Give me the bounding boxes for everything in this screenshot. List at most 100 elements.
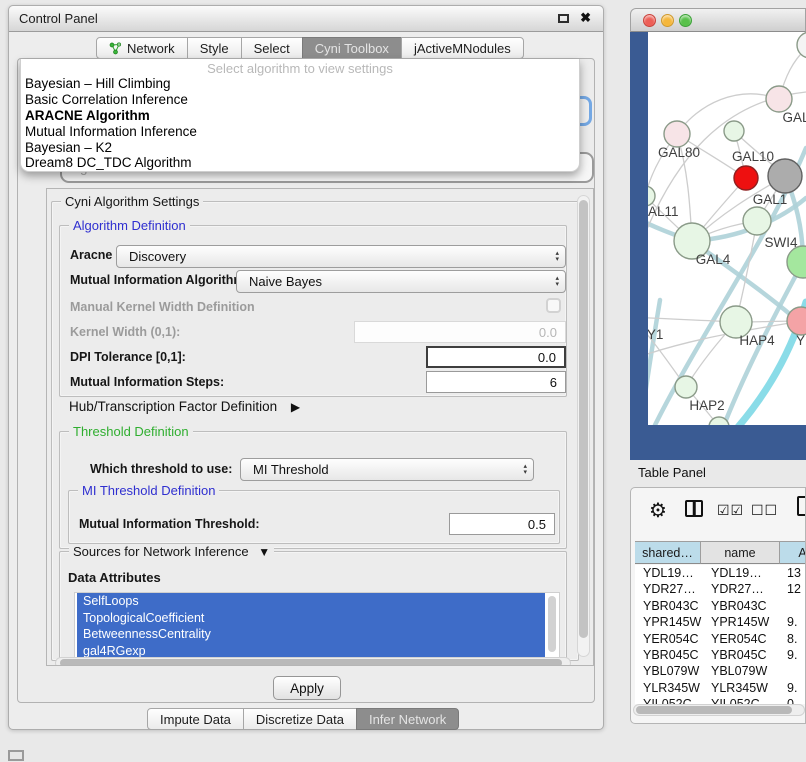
algorithm-item[interactable]: Basic Correlation Inference <box>25 92 575 108</box>
zoom-traffic-light-icon[interactable] <box>679 14 692 27</box>
table-row[interactable]: YDR27…YDR27…12 <box>635 581 806 597</box>
table-row[interactable]: YDL19…YDL19…13 <box>635 565 806 581</box>
network-node[interactable] <box>734 166 758 190</box>
network-node-swi4[interactable] <box>787 246 806 278</box>
apply-button[interactable]: Apply <box>273 676 341 700</box>
tab-cyni-toolbox[interactable]: Cyni Toolbox <box>302 37 402 59</box>
table-row[interactable]: YBR043C YBR043C <box>635 598 806 614</box>
collapse-right-icon[interactable]: ▶ <box>291 400 300 414</box>
network-node-gal80[interactable] <box>664 121 690 147</box>
network-node-hap2[interactable] <box>675 376 697 398</box>
which-threshold-combo[interactable]: MI Threshold ▴▾ <box>240 458 534 481</box>
algorithm-item[interactable]: Dream8 DC_TDC Algorithm <box>25 155 575 171</box>
hub-definition-label: Hub/Transcription Factor Definition <box>69 399 277 414</box>
settings-vertical-scrollbar[interactable] <box>577 195 590 657</box>
column-header-partial[interactable]: A <box>780 541 806 564</box>
column-header-name[interactable]: name <box>701 541 780 564</box>
attribute-item[interactable]: TopologicalCoefficient <box>77 610 545 627</box>
mi-steps-field[interactable]: 6 <box>426 371 566 393</box>
tab-impute-data[interactable]: Impute Data <box>147 708 244 730</box>
gear-icon[interactable]: ⚙ <box>649 498 667 523</box>
settings-scrollpane: Cyni Algorithm Settings Algorithm Defini… <box>46 188 594 666</box>
dpi-tolerance-field[interactable]: 0.0 <box>426 346 566 368</box>
combo-arrows-icon: ▴▾ <box>523 464 527 476</box>
table-cell: 0. <box>787 696 806 704</box>
network-window-titlebar[interactable] <box>630 8 806 32</box>
table-panel-title: Table Panel <box>638 465 706 480</box>
network-node-gal11[interactable] <box>648 186 655 206</box>
node-label: HAP2 <box>689 398 724 413</box>
table-cell: YBR043C <box>643 598 701 614</box>
network-node[interactable] <box>797 32 806 58</box>
tab-infer-network[interactable]: Infer Network <box>356 708 459 730</box>
manual-kernel-checkbox[interactable] <box>546 298 561 313</box>
close-traffic-light-icon[interactable] <box>643 14 656 27</box>
window-title: Control Panel <box>19 6 98 31</box>
network-node-gal1[interactable] <box>743 207 771 235</box>
attribute-item[interactable]: SelfLoops <box>77 593 545 610</box>
deselect-all-checkboxes-icon[interactable]: ☐☐ <box>751 502 778 519</box>
data-attributes-list[interactable]: SelfLoopsTopologicalCoefficientBetweenne… <box>74 592 560 658</box>
threshold-definition-group: Threshold Definition Which threshold to … <box>59 431 567 549</box>
network-canvas[interactable]: GALGAL80GAL10GAL1GAL11GAL4SWI4GCY1HAP4YH… <box>648 32 806 425</box>
mi-threshold-label: Mutual Information Threshold: <box>79 517 260 531</box>
network-node-gal10[interactable] <box>724 121 744 141</box>
attribute-item[interactable]: gal4RGexp <box>77 643 545 659</box>
cyni-settings-title: Cyni Algorithm Settings <box>61 194 203 209</box>
float-window-icon[interactable] <box>558 14 569 23</box>
attribute-list-scrollbar[interactable] <box>547 595 557 656</box>
tab-jactivemnodules[interactable]: jActiveMNodules <box>401 37 524 59</box>
table-cell <box>787 663 806 679</box>
settings-horizontal-scrollbar[interactable] <box>55 657 571 666</box>
node-label: GAL <box>782 110 806 125</box>
table-cell: YPR145W <box>711 614 781 630</box>
kernel-width-field[interactable]: 0.0 <box>354 321 566 343</box>
hub-definition-section[interactable]: Hub/Transcription Factor Definition ▶ <box>69 399 300 414</box>
network-node[interactable] <box>768 159 802 193</box>
node-label: GAL80 <box>658 145 700 160</box>
table-row[interactable]: YLR345WYLR345W9. <box>635 680 806 696</box>
export-table-icon[interactable] <box>797 496 806 516</box>
combo-arrows-icon: ▴▾ <box>555 251 559 263</box>
tab-style[interactable]: Style <box>187 37 242 59</box>
table-panel-titlebar: Table Panel <box>630 460 806 486</box>
node-label: SWI4 <box>764 235 797 250</box>
table-cell: YER054C <box>643 631 701 647</box>
table-row[interactable]: YPR145WYPR145W9. <box>635 614 806 630</box>
collapse-down-icon[interactable]: ▼ <box>258 545 270 559</box>
algorithm-item[interactable]: Bayesian – Hill Climbing <box>25 76 575 92</box>
algorithm-item[interactable]: Mutual Information Inference <box>25 124 575 140</box>
table-row[interactable]: YER054CYER054C8. <box>635 631 806 647</box>
table-cell: 8. <box>787 631 806 647</box>
tab-network[interactable]: Network <box>96 37 188 59</box>
control-panel-titlebar[interactable]: Control Panel ✖ <box>9 6 603 32</box>
table-cell: YLR345W <box>711 680 781 696</box>
table-row[interactable]: YBR045CYBR045C9. <box>635 647 806 663</box>
node-label: GAL11 <box>648 204 679 219</box>
mi-threshold-field[interactable]: 0.5 <box>449 513 555 535</box>
network-node-gal[interactable] <box>766 86 792 112</box>
tab-label: Select <box>254 41 290 56</box>
table-horizontal-scrollbar[interactable] <box>633 704 805 716</box>
minimize-traffic-light-icon[interactable] <box>661 14 674 27</box>
tab-discretize-data[interactable]: Discretize Data <box>243 708 357 730</box>
select-all-checkboxes-icon[interactable]: ☑☑ <box>717 502 744 519</box>
aracne-mode-combo[interactable]: Discovery ▴▾ <box>116 245 566 268</box>
tab-label: Network <box>127 41 175 56</box>
algorithm-item[interactable]: ARACNE Algorithm <box>25 108 575 124</box>
attribute-item[interactable]: BetweennessCentrality <box>77 626 545 643</box>
dropdown-prompt: Select algorithm to view settings <box>21 61 579 76</box>
tab-label: Impute Data <box>160 712 231 727</box>
table-cell: YBR043C <box>711 598 781 614</box>
close-icon[interactable]: ✖ <box>580 10 591 26</box>
table-cell: 12 <box>787 581 806 597</box>
algorithm-item[interactable]: Bayesian – K2 <box>25 140 575 156</box>
mi-type-combo[interactable]: Naive Bayes ▴▾ <box>236 270 566 293</box>
columns-icon[interactable] <box>685 500 703 517</box>
table-row[interactable]: YIL052CYIL052C0. <box>635 696 806 704</box>
combo-arrows-icon: ▴▾ <box>555 276 559 288</box>
tab-select[interactable]: Select <box>241 37 303 59</box>
column-header-shared-name[interactable]: shared… <box>635 541 701 564</box>
table-row[interactable]: YBL079WYBL079W <box>635 663 806 679</box>
collapsed-panel-icon[interactable] <box>8 750 24 761</box>
